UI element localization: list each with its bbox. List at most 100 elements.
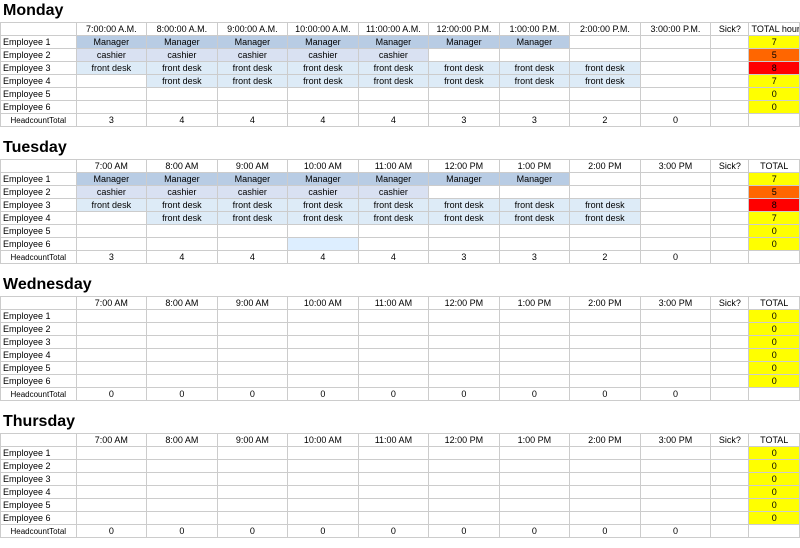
shift-cell-8[interactable] <box>640 336 711 349</box>
shift-cell-2[interactable] <box>217 512 288 525</box>
shift-cell-8[interactable] <box>640 499 711 512</box>
shift-cell-8[interactable] <box>640 88 711 101</box>
shift-cell-7[interactable] <box>570 238 641 251</box>
shift-cell-7[interactable]: front desk <box>570 75 641 88</box>
shift-cell-0[interactable] <box>76 310 147 323</box>
shift-cell-6[interactable] <box>499 323 570 336</box>
shift-cell-0[interactable] <box>76 88 147 101</box>
shift-cell-1[interactable] <box>147 349 218 362</box>
shift-cell-8[interactable] <box>640 460 711 473</box>
shift-cell-7[interactable] <box>570 101 641 114</box>
shift-cell-6[interactable] <box>499 336 570 349</box>
shift-cell-0[interactable]: Manager <box>76 36 147 49</box>
shift-cell-5[interactable] <box>429 486 500 499</box>
shift-cell-4[interactable] <box>358 323 429 336</box>
shift-cell-2[interactable] <box>217 101 288 114</box>
sick-cell[interactable] <box>711 323 749 336</box>
shift-cell-2[interactable]: front desk <box>217 199 288 212</box>
shift-cell-6[interactable] <box>499 473 570 486</box>
shift-cell-3[interactable] <box>288 473 359 486</box>
shift-cell-5[interactable] <box>429 336 500 349</box>
shift-cell-2[interactable] <box>217 310 288 323</box>
shift-cell-1[interactable] <box>147 225 218 238</box>
shift-cell-5[interactable] <box>429 375 500 388</box>
shift-cell-6[interactable] <box>499 186 570 199</box>
shift-cell-5[interactable] <box>429 512 500 525</box>
shift-cell-0[interactable]: Manager <box>76 173 147 186</box>
shift-cell-5[interactable] <box>429 460 500 473</box>
shift-cell-5[interactable] <box>429 310 500 323</box>
shift-cell-8[interactable] <box>640 186 711 199</box>
shift-cell-6[interactable]: front desk <box>499 75 570 88</box>
shift-cell-3[interactable] <box>288 499 359 512</box>
shift-cell-6[interactable] <box>499 49 570 62</box>
shift-cell-7[interactable] <box>570 486 641 499</box>
shift-cell-0[interactable] <box>76 375 147 388</box>
shift-cell-8[interactable] <box>640 199 711 212</box>
shift-cell-4[interactable] <box>358 375 429 388</box>
shift-cell-7[interactable]: front desk <box>570 62 641 75</box>
shift-cell-2[interactable] <box>217 499 288 512</box>
shift-cell-8[interactable] <box>640 173 711 186</box>
shift-cell-1[interactable]: Manager <box>147 36 218 49</box>
shift-cell-4[interactable] <box>358 336 429 349</box>
shift-cell-2[interactable] <box>217 349 288 362</box>
shift-cell-2[interactable]: Manager <box>217 36 288 49</box>
shift-cell-3[interactable] <box>288 336 359 349</box>
sick-cell[interactable] <box>711 36 749 49</box>
shift-cell-1[interactable]: cashier <box>147 49 218 62</box>
shift-cell-5[interactable] <box>429 88 500 101</box>
shift-cell-7[interactable] <box>570 473 641 486</box>
shift-cell-1[interactable] <box>147 486 218 499</box>
shift-cell-3[interactable] <box>288 310 359 323</box>
shift-cell-0[interactable] <box>76 225 147 238</box>
shift-cell-4[interactable] <box>358 473 429 486</box>
shift-cell-5[interactable] <box>429 186 500 199</box>
shift-cell-0[interactable] <box>76 212 147 225</box>
shift-cell-3[interactable] <box>288 238 359 251</box>
shift-cell-6[interactable]: Manager <box>499 173 570 186</box>
shift-cell-5[interactable]: front desk <box>429 62 500 75</box>
shift-cell-2[interactable]: front desk <box>217 75 288 88</box>
shift-cell-8[interactable] <box>640 212 711 225</box>
shift-cell-1[interactable] <box>147 473 218 486</box>
shift-cell-1[interactable]: front desk <box>147 75 218 88</box>
shift-cell-7[interactable] <box>570 323 641 336</box>
shift-cell-4[interactable]: front desk <box>358 75 429 88</box>
shift-cell-8[interactable] <box>640 375 711 388</box>
shift-cell-7[interactable] <box>570 310 641 323</box>
shift-cell-5[interactable]: Manager <box>429 36 500 49</box>
shift-cell-0[interactable] <box>76 447 147 460</box>
sick-cell[interactable] <box>711 199 749 212</box>
shift-cell-6[interactable] <box>499 460 570 473</box>
sick-cell[interactable] <box>711 173 749 186</box>
sick-cell[interactable] <box>711 499 749 512</box>
shift-cell-1[interactable] <box>147 375 218 388</box>
shift-cell-8[interactable] <box>640 447 711 460</box>
shift-cell-5[interactable] <box>429 101 500 114</box>
shift-cell-8[interactable] <box>640 323 711 336</box>
shift-cell-6[interactable] <box>499 238 570 251</box>
shift-cell-7[interactable] <box>570 36 641 49</box>
sick-cell[interactable] <box>711 460 749 473</box>
shift-cell-7[interactable] <box>570 225 641 238</box>
shift-cell-4[interactable] <box>358 362 429 375</box>
shift-cell-3[interactable] <box>288 323 359 336</box>
shift-cell-7[interactable] <box>570 460 641 473</box>
shift-cell-1[interactable] <box>147 447 218 460</box>
shift-cell-4[interactable] <box>358 101 429 114</box>
shift-cell-7[interactable] <box>570 375 641 388</box>
shift-cell-7[interactable] <box>570 499 641 512</box>
shift-cell-2[interactable]: front desk <box>217 62 288 75</box>
shift-cell-0[interactable] <box>76 323 147 336</box>
shift-cell-4[interactable]: cashier <box>358 186 429 199</box>
sick-cell[interactable] <box>711 512 749 525</box>
shift-cell-4[interactable] <box>358 460 429 473</box>
shift-cell-7[interactable] <box>570 512 641 525</box>
shift-cell-5[interactable] <box>429 447 500 460</box>
shift-cell-3[interactable] <box>288 512 359 525</box>
shift-cell-1[interactable] <box>147 323 218 336</box>
sick-cell[interactable] <box>711 212 749 225</box>
shift-cell-0[interactable]: front desk <box>76 199 147 212</box>
shift-cell-5[interactable] <box>429 499 500 512</box>
